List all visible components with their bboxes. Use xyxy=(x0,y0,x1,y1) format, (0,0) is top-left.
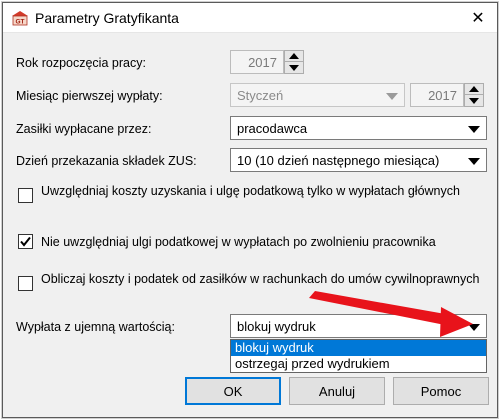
start-year-spinner[interactable] xyxy=(284,50,304,74)
negative-payment-dropdown-list: blokuj wydruk ostrzegaj przed wydrukiem xyxy=(230,339,487,373)
first-payment-month-label: Miesiąc pierwszej wypłaty: xyxy=(16,89,163,103)
svg-text:GT: GT xyxy=(15,19,24,26)
window-title: Parametry Gratyfikanta xyxy=(35,10,179,26)
start-year-label: Rok rozpoczęcia pracy: xyxy=(16,56,146,70)
chevron-down-icon xyxy=(468,324,480,331)
negative-payment-value: blokuj wydruk xyxy=(237,319,316,334)
spinner-up-button[interactable] xyxy=(465,84,483,95)
first-payment-year-spinner[interactable] xyxy=(464,83,484,107)
checkbox-costs-main-payments-label: Uwzględniaj koszty uzyskania i ulgę poda… xyxy=(41,184,460,198)
spinner-down-button[interactable] xyxy=(465,95,483,106)
start-year-input: 2017 xyxy=(230,50,284,74)
title-bar: GT Parametry Gratyfikanta ✕ xyxy=(3,3,497,33)
negative-payment-select[interactable]: blokuj wydruk xyxy=(230,314,487,338)
checkbox-benefit-costs-tax[interactable] xyxy=(18,276,33,291)
checkbox-benefit-costs-tax-label: Obliczaj koszty i podatek od zasiłków w … xyxy=(41,272,480,286)
arrow-up-icon xyxy=(289,53,299,59)
benefits-paid-by-select[interactable]: pracodawca xyxy=(230,116,487,140)
spinner-down-button[interactable] xyxy=(285,62,303,73)
checkbox-no-tax-relief[interactable] xyxy=(18,234,33,249)
first-payment-year-input: 2017 xyxy=(410,83,464,107)
checkbox-no-tax-relief-label: Nie uwzględniaj ulgi podatkowej w wypłat… xyxy=(41,235,436,249)
checkmark-icon xyxy=(20,236,31,247)
close-icon: ✕ xyxy=(471,10,485,27)
parametry-dialog: GT Parametry Gratyfikanta ✕ Rok rozpoczę… xyxy=(2,2,498,418)
cancel-button[interactable]: Anuluj xyxy=(289,377,385,405)
zus-transfer-day-value: 10 (10 dzień następnego miesiąca) xyxy=(237,153,440,168)
dropdown-option-block-print[interactable]: blokuj wydruk xyxy=(231,340,486,356)
ok-button[interactable]: OK xyxy=(185,377,281,405)
close-button[interactable]: ✕ xyxy=(465,6,491,30)
dropdown-option-warn-before-print[interactable]: ostrzegaj przed wydrukiem xyxy=(231,356,486,372)
first-payment-month-value: Styczeń xyxy=(237,88,284,103)
gt-app-icon: GT xyxy=(12,11,28,26)
chevron-down-icon xyxy=(468,126,480,133)
arrow-up-icon xyxy=(469,86,479,92)
arrow-down-icon xyxy=(469,97,479,104)
spinner-up-button[interactable] xyxy=(285,51,303,62)
zus-transfer-day-label: Dzień przekazania składek ZUS: xyxy=(16,154,197,168)
checkbox-costs-main-payments[interactable] xyxy=(18,188,33,203)
negative-payment-label: Wypłata z ujemną wartością: xyxy=(16,320,175,334)
benefits-paid-by-label: Zasiłki wypłacane przez: xyxy=(16,122,152,136)
chevron-down-icon xyxy=(468,158,480,165)
chevron-down-icon xyxy=(386,93,398,100)
first-payment-month-select: Styczeń xyxy=(230,83,405,107)
help-button[interactable]: Pomoc xyxy=(393,377,489,405)
zus-transfer-day-select[interactable]: 10 (10 dzień następnego miesiąca) xyxy=(230,148,487,172)
benefits-paid-by-value: pracodawca xyxy=(237,121,308,136)
arrow-down-icon xyxy=(289,64,299,71)
